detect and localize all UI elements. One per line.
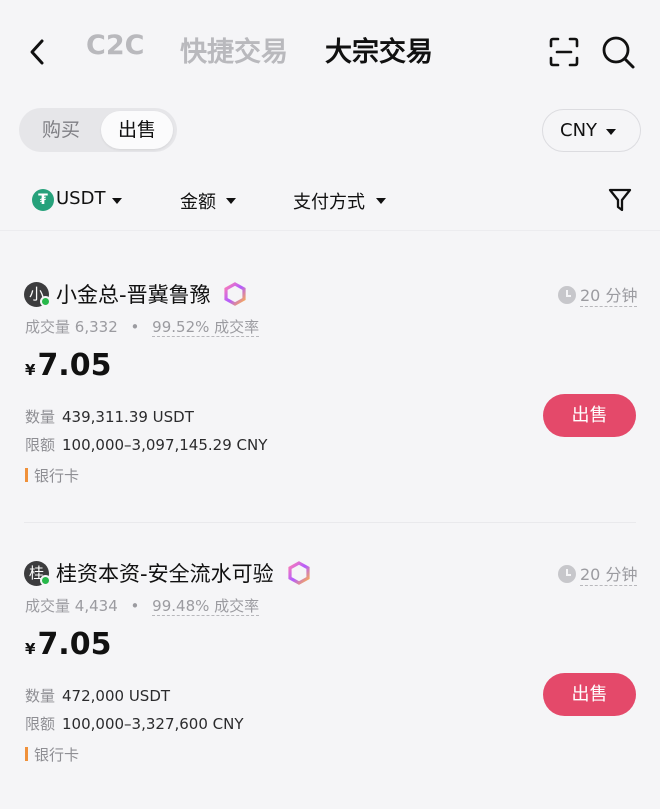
merchant-name[interactable]: 小金总-晋冀鲁豫 [56, 279, 211, 309]
payment-indicator-bar [25, 468, 28, 482]
merchant-stats: 成交量 4,434 • 99.48% 成交率 [25, 597, 260, 616]
buy-tab[interactable]: 购买 [23, 111, 99, 149]
merchant-name[interactable]: 桂资本资-安全流水可验 [56, 558, 274, 588]
price-value: 7.05 [37, 627, 112, 662]
response-time-text: 20 分钟 [580, 282, 638, 307]
limit-value: 100,000–3,327,600 CNY [62, 715, 244, 733]
limit-row: 限额 100,000–3,097,145.29 CNY [25, 434, 267, 455]
volume-value: 4,434 [74, 597, 118, 615]
currency-symbol: ¥ [25, 640, 36, 658]
payment-filter-label: 支付方式 [293, 192, 365, 213]
currency-symbol: ¥ [25, 361, 36, 379]
top-nav: C2C 快捷交易 大宗交易 [0, 0, 660, 100]
coin-filter-label: USDT [56, 188, 106, 209]
clock-icon [558, 286, 576, 304]
volume-value: 6,332 [74, 318, 118, 336]
caret-down-icon [226, 198, 236, 204]
sell-tab[interactable]: 出售 [101, 111, 173, 149]
scan-icon[interactable] [548, 36, 580, 68]
verified-merchant-badge-icon [224, 282, 246, 306]
payment-method-label: 银行卡 [34, 467, 80, 485]
ad-listing: 小 小金总-晋冀鲁豫 20 分钟 成交量 6,332 • 99.52% 成交率 … [0, 282, 660, 542]
tether-icon: ₮ [32, 189, 54, 211]
section-divider [0, 230, 660, 231]
volume-label: 成交量 [25, 318, 71, 336]
response-time: 20 分钟 [558, 282, 638, 307]
tab-bulk-trade[interactable]: 大宗交易 [325, 30, 433, 69]
completion-rate: 99.48% 成交率 [152, 597, 260, 616]
limit-row: 限额 100,000–3,327,600 CNY [25, 713, 244, 734]
payment-method: 银行卡 [25, 465, 79, 486]
payment-method: 银行卡 [25, 744, 79, 765]
filter-bar: ₮ USDT 金额 支付方式 [0, 180, 660, 224]
limit-value: 100,000–3,097,145.29 CNY [62, 436, 268, 454]
online-status-dot [40, 296, 51, 307]
merchant-stats: 成交量 6,332 • 99.52% 成交率 [25, 318, 260, 337]
limit-label: 限额 [25, 436, 56, 454]
price-value: 7.05 [37, 348, 112, 383]
tab-c2c[interactable]: C2C [86, 30, 144, 61]
back-arrow-icon[interactable] [26, 36, 50, 68]
search-icon[interactable] [600, 34, 636, 70]
verified-merchant-badge-icon [288, 561, 310, 585]
quantity-value: 439,311.39 USDT [62, 408, 194, 426]
quantity-value: 472,000 USDT [62, 687, 171, 705]
amount-filter[interactable]: 金额 [180, 188, 236, 214]
filter-funnel-icon[interactable] [607, 186, 633, 214]
currency-label: CNY [560, 120, 598, 141]
price: ¥7.05 [25, 627, 111, 662]
sell-button[interactable]: 出售 [543, 394, 636, 437]
tab-quick-trade[interactable]: 快捷交易 [180, 30, 288, 69]
ad-listing: 桂 桂资本资-安全流水可验 20 分钟 成交量 4,434 • 99.48% 成… [0, 561, 660, 809]
volume-label: 成交量 [25, 597, 71, 615]
caret-down-icon [606, 129, 616, 135]
listing-divider [24, 522, 636, 523]
quantity-row: 数量 439,311.39 USDT [25, 406, 194, 427]
limit-label: 限额 [25, 715, 56, 733]
quantity-row: 数量 472,000 USDT [25, 685, 170, 706]
clock-icon [558, 565, 576, 583]
p2p-bulk-trade-page: C2C 快捷交易 大宗交易 购买 出售 CNY ₮ USDT 金额 支付方式 小… [0, 0, 660, 809]
buy-sell-toggle: 购买 出售 [19, 108, 177, 152]
payment-indicator-bar [25, 747, 28, 761]
quantity-label: 数量 [25, 408, 56, 426]
payment-filter[interactable]: 支付方式 [293, 188, 386, 214]
price: ¥7.05 [25, 348, 111, 383]
response-time: 20 分钟 [558, 561, 638, 586]
quantity-label: 数量 [25, 687, 56, 705]
amount-filter-label: 金额 [180, 192, 216, 213]
online-status-dot [40, 575, 51, 586]
caret-down-icon [376, 198, 386, 204]
currency-select[interactable]: CNY [542, 109, 641, 152]
completion-rate: 99.52% 成交率 [152, 318, 260, 337]
sell-button[interactable]: 出售 [543, 673, 636, 716]
caret-down-icon [112, 198, 122, 204]
payment-method-label: 银行卡 [34, 746, 80, 764]
response-time-text: 20 分钟 [580, 561, 638, 586]
